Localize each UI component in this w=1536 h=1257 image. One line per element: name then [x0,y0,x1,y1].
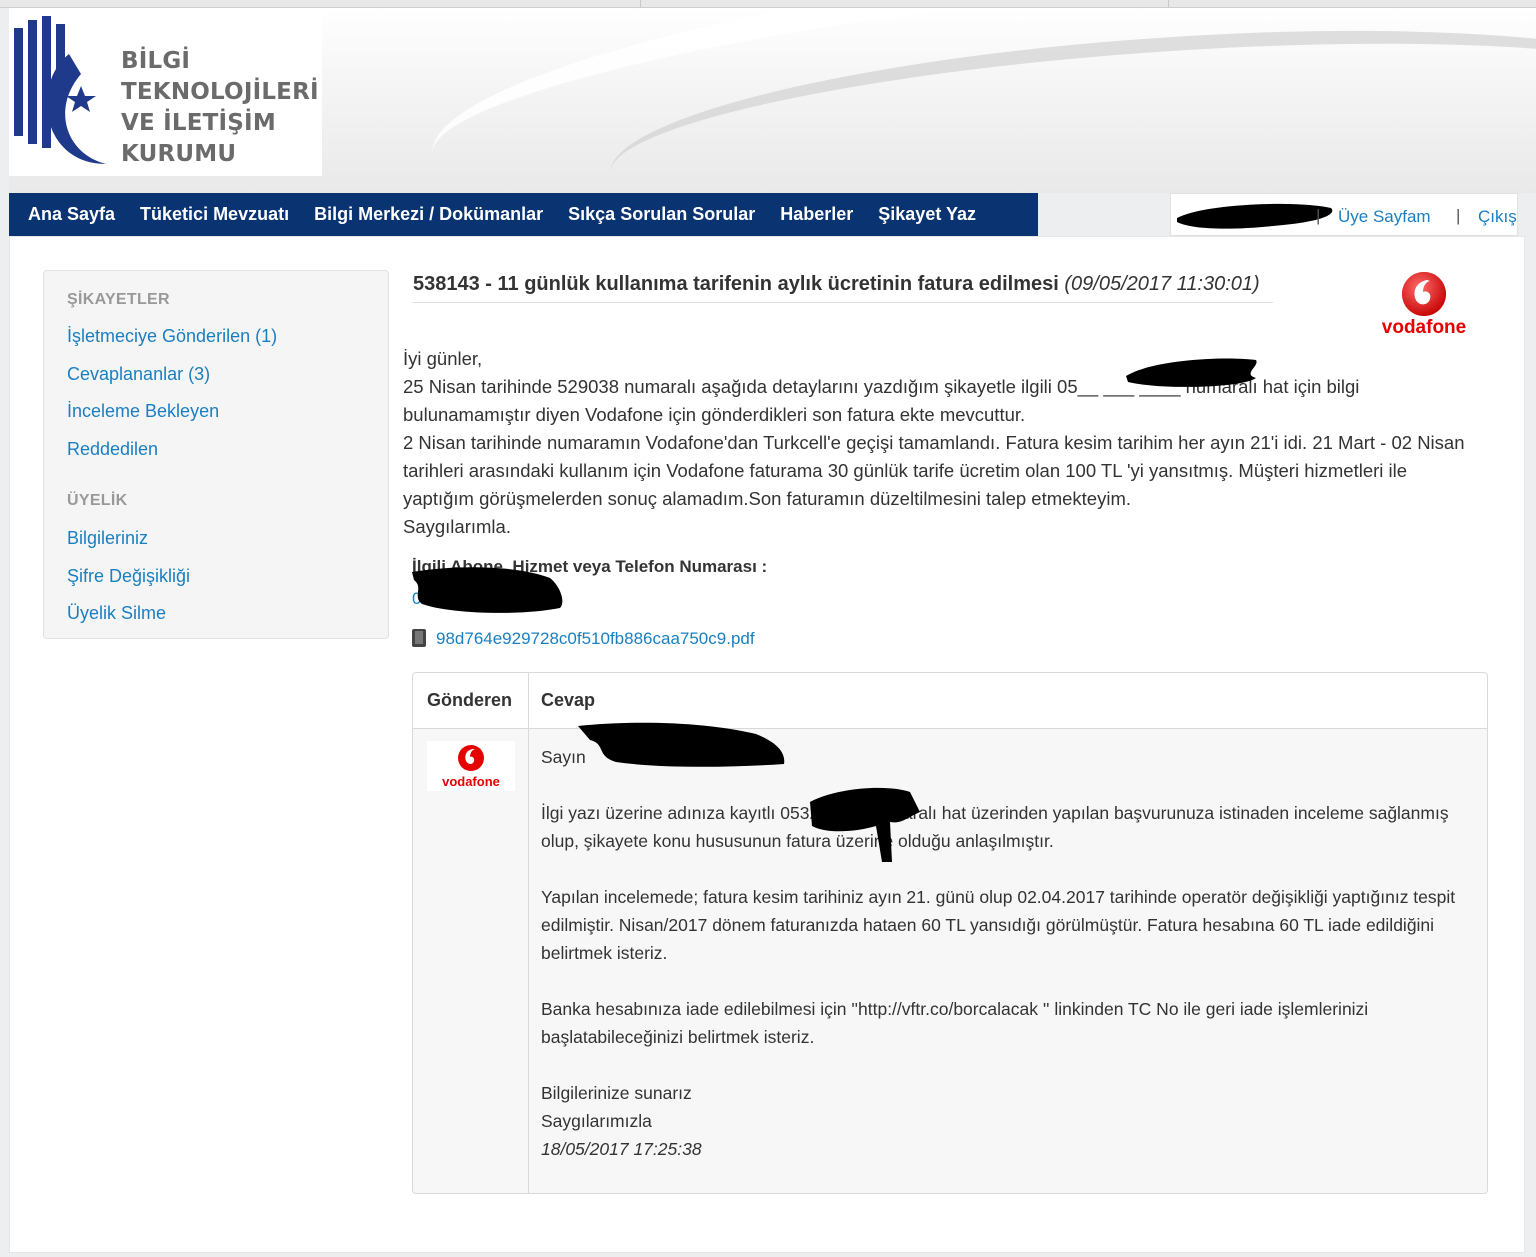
btk-emblem-icon [14,16,106,164]
reply-timestamp: 18/05/2017 17:25:38 [541,1139,702,1159]
reply-closing: Saygılarımızla [541,1111,652,1131]
col-header-sender: Gönderen [427,690,513,710]
vodafone-logo-text: vodafone [1382,317,1466,338]
sender-logo-text: vodafone [442,774,500,789]
attachment-link[interactable]: 98d764e929728c0f510fb886caa750c9.pdf [412,629,755,649]
sidebar-item-sent[interactable]: İşletmeciye Gönderilen (1) [67,326,277,347]
redacted-phone-number [1126,358,1257,387]
reply-table: Gönderen Cevap vodafone Sayın İlgi yazı … [412,672,1488,1194]
nav-consumer-legislation[interactable]: Tüketici Mevzuatı [140,204,289,225]
redacted-recipient-name [578,722,785,767]
redacted-service-number [412,567,563,613]
btk-logo-text: BİLGİ TEKNOLOJİLERİ VE İLETİŞİM KURUMU [121,48,319,167]
sidebar-heading-membership: ÜYELİK [67,492,128,509]
redacted-username [1177,203,1333,229]
sidebar-item-answered[interactable]: Cevaplananlar (3) [67,364,210,385]
complaint-date: (09/05/2017 11:30:01) [1064,273,1260,295]
site-header: BİLGİ TEKNOLOJİLERİ VE İLETİŞİM KURUMU [9,8,1536,193]
sidebar: ŞİKAYETLER İşletmeciye Gönderilen (1) Ce… [43,270,389,639]
reply-paragraph: Banka hesabınıza iade edilebilmesi için … [541,999,1369,1047]
reply-paragraph: İlgi yazı üzerine adınıza kayıtlı 0532 G… [541,803,1449,851]
sidebar-item-delete-account[interactable]: Üyelik Silme [67,603,166,624]
complaint-body: İyi günler, 25 Nisan tarihinde 529038 nu… [403,348,1465,537]
main-nav: Ana Sayfa Tüketici Mevzuatı Bilgi Merkez… [9,193,1038,236]
sidebar-item-password[interactable]: Şifre Değişikliği [67,566,190,587]
reply-paragraph: Yapılan incelemede; fatura kesim tarihin… [541,887,1456,963]
sidebar-item-info[interactable]: Bilgileriniz [67,528,148,549]
btk-logo[interactable]: BİLGİ TEKNOLOJİLERİ VE İLETİŞİM KURUMU [9,8,322,176]
nav-home[interactable]: Ana Sayfa [28,204,115,225]
reply-closing: Bilgilerinize sunarız [541,1083,692,1103]
redacted-gsm-number [810,787,920,862]
nav-news[interactable]: Haberler [780,204,853,225]
complaint-title: 538143 - 11 günlük kullanıma tarifenin a… [413,271,1273,303]
browser-top-strip [0,0,1536,8]
sender-vodafone-logo: vodafone [427,741,515,791]
nav-write-complaint[interactable]: Şikayet Yaz [878,204,976,225]
nav-info-center[interactable]: Bilgi Merkezi / Dokümanlar [314,204,543,225]
vodafone-logo: vodafone [1382,272,1466,338]
nav-faq[interactable]: Sıkça Sorulan Sorular [568,204,755,225]
reply-text: Sayın İlgi yazı üzerine adınıza kayıtlı … [541,743,1476,1163]
user-menu: | Üye Sayfam | Çıkış [1170,193,1518,236]
sidebar-item-pending[interactable]: İnceleme Bekleyen [67,401,219,422]
document-icon [412,629,426,647]
sidebar-item-rejected[interactable]: Reddedilen [67,439,158,460]
logout-link[interactable]: Çıkış [1478,207,1517,227]
sidebar-heading-complaints: ŞİKAYETLER [67,291,170,308]
profile-link[interactable]: Üye Sayfam [1338,207,1431,227]
